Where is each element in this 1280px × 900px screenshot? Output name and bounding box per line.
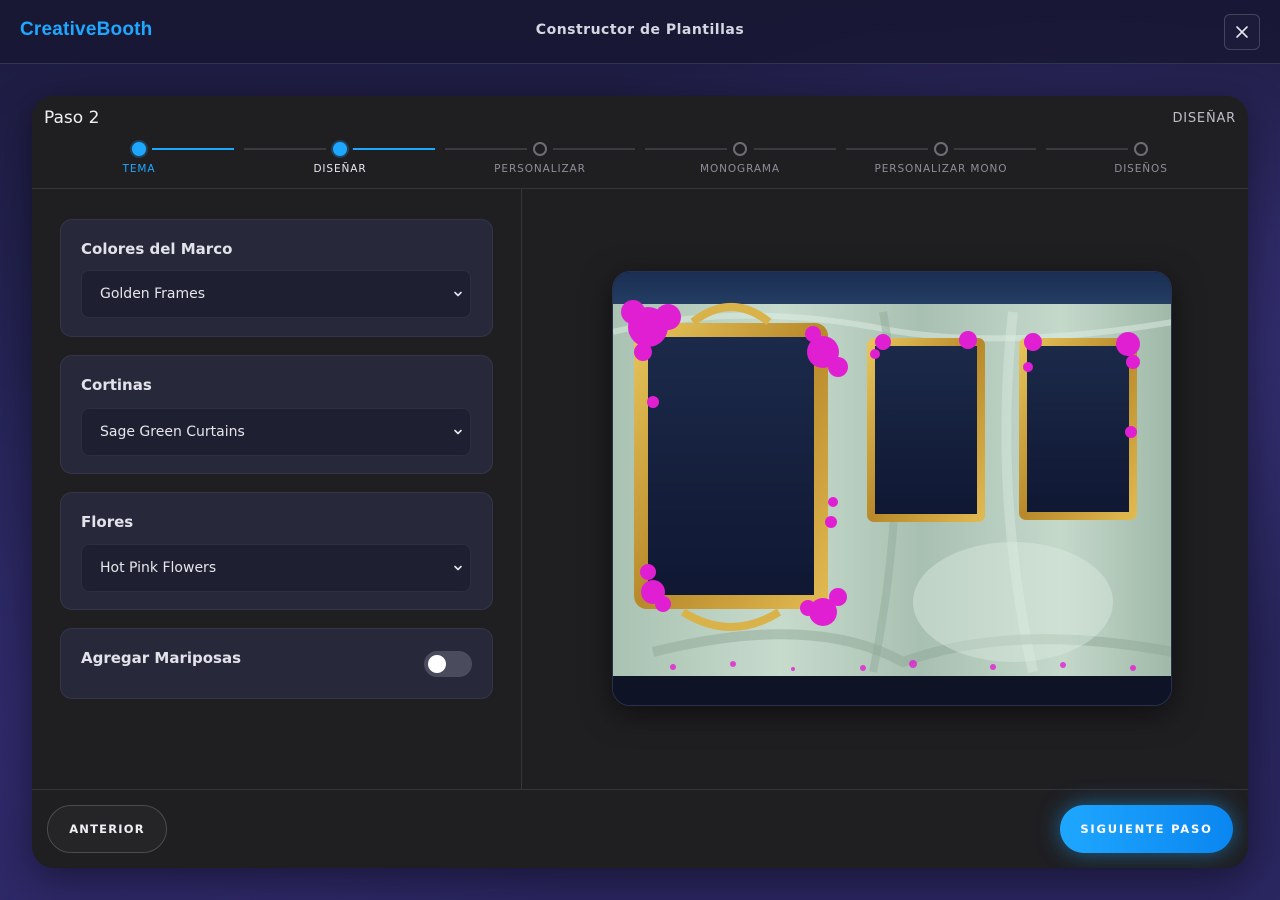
stepper-connector [353, 148, 435, 150]
step-label: PERSONALIZAR [494, 163, 586, 175]
step-label: TEMA [122, 163, 156, 175]
top-bar: CreativeBooth Constructor de Plantillas [0, 0, 1280, 64]
template-builder-card: Paso 2 DISEÑAR TEMA DISEÑAR PERSONALIZAR… [32, 96, 1248, 868]
header-divider [32, 188, 1248, 189]
previous-button[interactable]: ANTERIOR [47, 805, 167, 853]
stepper-connector [846, 148, 928, 150]
step-dot [132, 142, 146, 156]
template-preview [612, 271, 1172, 706]
frame-colors-select[interactable]: Golden Frames [81, 270, 471, 318]
curtains-panel: Cortinas Sage Green Curtains [60, 355, 493, 474]
step-label: PERSONALIZAR MONO [874, 163, 1008, 175]
close-icon [1236, 26, 1248, 38]
flowers-value: Hot Pink Flowers [100, 560, 217, 576]
column-divider [521, 189, 522, 789]
page-title: Constructor de Plantillas [535, 22, 745, 38]
butterflies-panel: Agregar Mariposas [60, 628, 493, 699]
stepper-connector [754, 148, 836, 150]
stepper-connector [645, 148, 727, 150]
frame-colors-title: Colores del Marco [81, 240, 233, 258]
template-preview-image [613, 272, 1171, 705]
flowers-select[interactable]: Hot Pink Flowers [81, 544, 471, 592]
step-label: MONOGRAMA [700, 163, 780, 175]
curtains-value: Sage Green Curtains [100, 424, 245, 440]
chevron-down-icon [454, 429, 462, 435]
stepper-connector [152, 148, 234, 150]
stepper-connector [553, 148, 635, 150]
chevron-down-icon [454, 291, 462, 297]
toggle-knob [428, 655, 446, 673]
step-dot [733, 142, 747, 156]
step-label: DISEÑOS [1114, 163, 1168, 175]
stepper-connector [244, 148, 326, 150]
flowers-title: Flores [81, 513, 134, 531]
step-number: Paso 2 [44, 108, 100, 128]
flowers-panel: Flores Hot Pink Flowers [60, 492, 493, 610]
curtains-select[interactable]: Sage Green Curtains [81, 408, 471, 456]
step-name: DISEÑAR [1172, 111, 1236, 126]
butterflies-toggle[interactable] [424, 651, 472, 677]
stepper-connector [445, 148, 527, 150]
step-dot [1134, 142, 1148, 156]
frame-colors-panel: Colores del Marco Golden Frames [60, 219, 493, 337]
stepper-connector [954, 148, 1036, 150]
step-dot [934, 142, 948, 156]
chevron-down-icon [454, 565, 462, 571]
curtains-title: Cortinas [81, 376, 152, 394]
next-step-button[interactable]: SIGUIENTE PASO [1060, 805, 1233, 853]
step-dot [333, 142, 347, 156]
close-button[interactable] [1224, 14, 1260, 50]
footer-divider [32, 789, 1248, 790]
progress-stepper: TEMA DISEÑAR PERSONALIZAR MONOGRAMA PERS… [32, 142, 1248, 182]
stepper-connector [1046, 148, 1128, 150]
butterflies-title: Agregar Mariposas [81, 649, 242, 667]
step-dot [533, 142, 547, 156]
step-label: DISEÑAR [313, 163, 367, 175]
frame-colors-value: Golden Frames [100, 286, 206, 302]
